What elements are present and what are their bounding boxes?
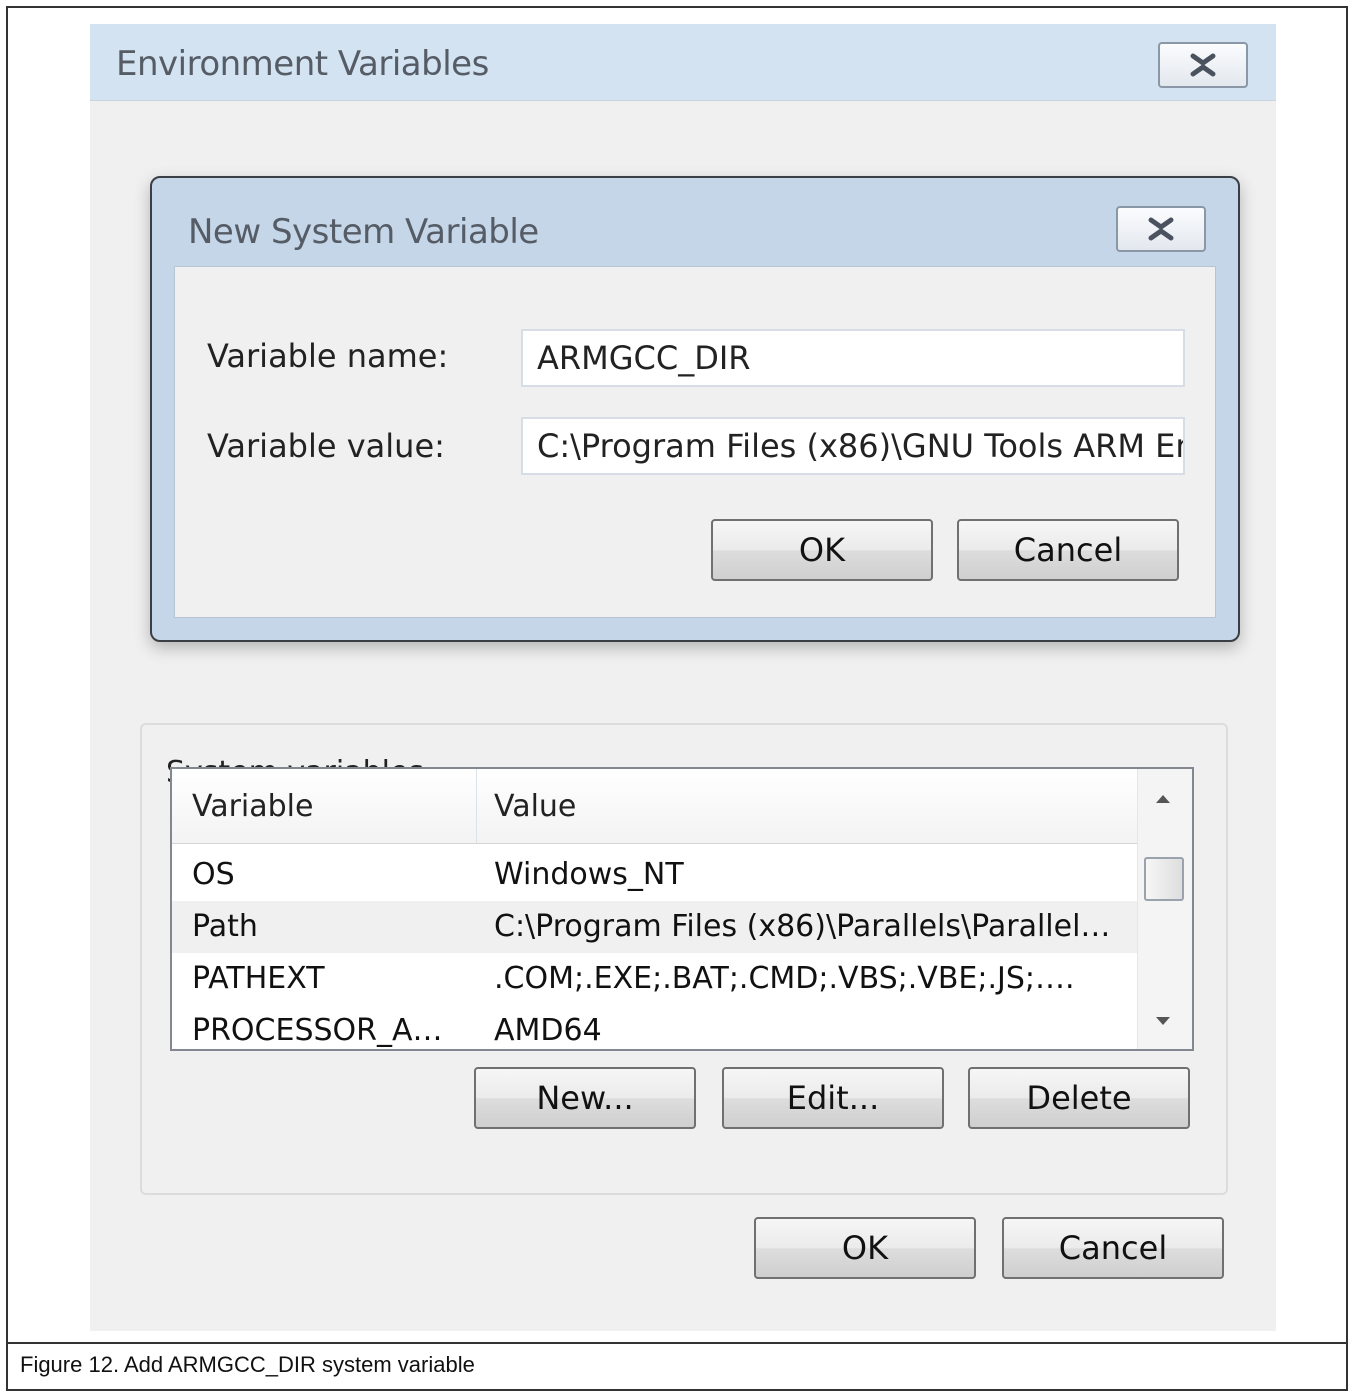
column-header-variable[interactable]: Variable bbox=[192, 789, 313, 824]
delete-variable-button[interactable]: Delete bbox=[968, 1067, 1190, 1129]
scrollbar-thumb[interactable] bbox=[1144, 857, 1184, 901]
new-system-variable-dialog: New System Variable Variable name: ARMGC… bbox=[150, 176, 1240, 642]
row-value: C:\Program Files (x86)\Parallels\Paralle… bbox=[494, 909, 1111, 944]
row-variable: PATHEXT bbox=[192, 961, 325, 996]
column-header-value[interactable]: Value bbox=[494, 789, 576, 824]
list-header: Variable Value bbox=[172, 769, 1138, 844]
chevron-up-icon[interactable] bbox=[1156, 795, 1170, 803]
variable-value-field[interactable]: C:\Program Files (x86)\GNU Tools ARM Emb bbox=[521, 417, 1185, 475]
table-row[interactable]: PATHEXT .COM;.EXE;.BAT;.CMD;.VBS;.VBE;.J… bbox=[172, 953, 1138, 1005]
dialog-cancel-button[interactable]: Cancel bbox=[957, 519, 1179, 581]
variable-name-field[interactable]: ARMGCC_DIR bbox=[521, 329, 1185, 387]
window-title: Environment Variables bbox=[116, 44, 489, 84]
close-icon bbox=[1190, 53, 1216, 77]
table-row[interactable]: Path C:\Program Files (x86)\Parallels\Pa… bbox=[172, 901, 1138, 953]
row-value: Windows_NT bbox=[494, 857, 684, 892]
new-variable-button[interactable]: New... bbox=[474, 1067, 696, 1129]
table-row[interactable]: OS Windows_NT bbox=[172, 849, 1138, 901]
ok-button[interactable]: OK bbox=[754, 1217, 976, 1279]
dialog-close-button[interactable] bbox=[1116, 206, 1206, 252]
edit-variable-button[interactable]: Edit... bbox=[722, 1067, 944, 1129]
row-value: .COM;.EXE;.BAT;.CMD;.VBS;.VBE;.JS;…. bbox=[494, 961, 1075, 996]
figure-caption: Figure 12. Add ARMGCC_DIR system variabl… bbox=[20, 1352, 475, 1377]
table-row[interactable]: PROCESSOR_A… AMD64 bbox=[172, 1005, 1138, 1049]
variable-value-label: Variable value: bbox=[207, 427, 445, 465]
vertical-scrollbar[interactable] bbox=[1137, 769, 1192, 1049]
dialog-client-area: Variable name: ARMGCC_DIR Variable value… bbox=[174, 266, 1216, 618]
row-variable: Path bbox=[192, 909, 258, 944]
row-value: AMD64 bbox=[494, 1013, 602, 1048]
row-variable: PROCESSOR_A… bbox=[192, 1013, 443, 1048]
caption-divider bbox=[8, 1342, 1346, 1344]
column-divider[interactable] bbox=[476, 769, 477, 843]
row-variable: OS bbox=[192, 857, 235, 892]
chevron-down-icon[interactable] bbox=[1156, 1017, 1170, 1025]
dialog-ok-button[interactable]: OK bbox=[711, 519, 933, 581]
window-close-button[interactable] bbox=[1158, 42, 1248, 88]
dialog-title: New System Variable bbox=[188, 212, 539, 252]
variable-name-label: Variable name: bbox=[207, 337, 449, 375]
close-icon bbox=[1148, 217, 1174, 241]
system-variables-list[interactable]: Variable Value OS Windows_NT Path C:\Pro… bbox=[170, 767, 1194, 1051]
cancel-button[interactable]: Cancel bbox=[1002, 1217, 1224, 1279]
